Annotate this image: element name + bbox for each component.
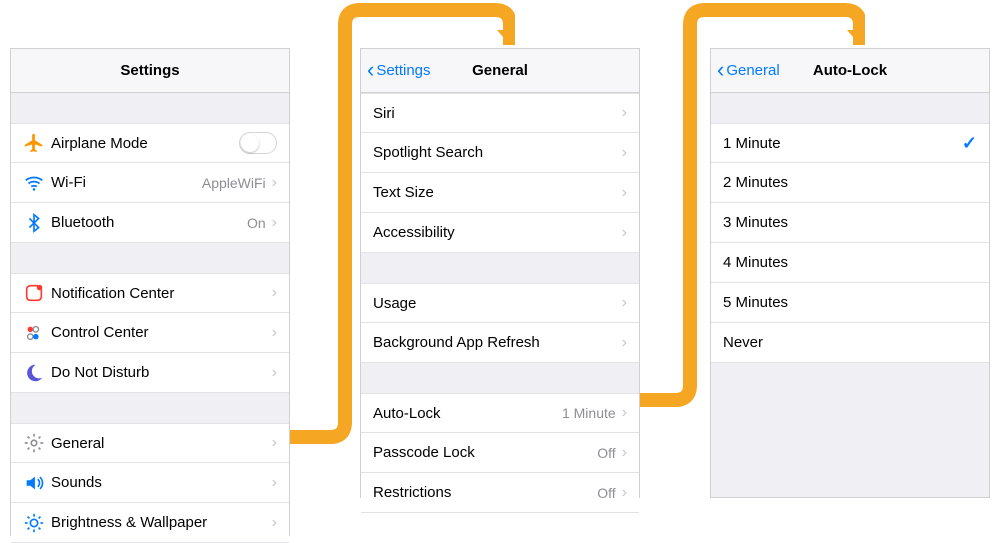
- row-label: Background App Refresh: [373, 334, 622, 351]
- row-label: Control Center: [51, 324, 272, 341]
- general-title: General: [472, 62, 528, 79]
- chevron-left-icon: ‹: [717, 59, 724, 81]
- row-label: Passcode Lock: [373, 444, 597, 461]
- chevron-right-icon: ›: [622, 444, 627, 462]
- row-sounds[interactable]: Sounds ›: [11, 463, 289, 503]
- row-label: 1 Minute: [723, 135, 962, 152]
- option-5-minutes[interactable]: 5 Minutes: [711, 283, 989, 323]
- row-general[interactable]: General ›: [11, 423, 289, 463]
- row-auto-lock[interactable]: Auto-Lock1 Minute ›: [361, 393, 639, 433]
- chevron-right-icon: ›: [622, 184, 627, 202]
- row-label: General: [51, 435, 272, 452]
- row-bluetooth[interactable]: Bluetooth On ›: [11, 203, 289, 243]
- airplane-icon: [23, 132, 51, 154]
- chevron-left-icon: ‹: [367, 59, 374, 81]
- row-label: Bluetooth: [51, 214, 247, 231]
- control-center-icon: [23, 322, 51, 344]
- row-accessibility[interactable]: Accessibility›: [361, 213, 639, 253]
- chevron-right-icon: ›: [622, 294, 627, 312]
- chevron-right-icon: ›: [272, 284, 277, 302]
- option-never[interactable]: Never: [711, 323, 989, 363]
- row-label: Siri: [373, 105, 622, 122]
- row-background-app-refresh[interactable]: Background App Refresh›: [361, 323, 639, 363]
- back-label: Settings: [376, 49, 430, 93]
- airplane-toggle[interactable]: [239, 132, 277, 154]
- row-text-size[interactable]: Text Size›: [361, 173, 639, 213]
- chevron-right-icon: ›: [622, 144, 627, 162]
- row-label: Brightness & Wallpaper: [51, 514, 272, 531]
- autolock-header: ‹General Auto-Lock: [711, 49, 989, 93]
- chevron-right-icon: ›: [272, 364, 277, 382]
- row-do-not-disturb[interactable]: Do Not Disturb ›: [11, 353, 289, 393]
- moon-icon: [23, 362, 51, 384]
- row-value: Off: [597, 485, 615, 501]
- row-siri[interactable]: Siri›: [361, 93, 639, 133]
- row-label: 5 Minutes: [723, 294, 977, 311]
- row-value: On: [247, 215, 266, 231]
- row-value: 1 Minute: [562, 405, 616, 421]
- row-label: 3 Minutes: [723, 214, 977, 231]
- row-passcode-lock[interactable]: Passcode LockOff ›: [361, 433, 639, 473]
- autolock-title: Auto-Lock: [813, 62, 887, 79]
- row-label: Text Size: [373, 184, 622, 201]
- general-panel: ‹Settings General Siri› Spotlight Search…: [360, 48, 640, 498]
- chevron-right-icon: ›: [272, 514, 277, 532]
- gear-icon: [23, 432, 51, 454]
- chevron-right-icon: ›: [622, 104, 627, 122]
- bluetooth-icon: [23, 212, 51, 234]
- row-usage[interactable]: Usage›: [361, 283, 639, 323]
- back-to-settings[interactable]: ‹Settings: [367, 49, 431, 93]
- wifi-icon: [23, 172, 51, 194]
- row-airplane-mode[interactable]: Airplane Mode: [11, 123, 289, 163]
- row-wifi[interactable]: Wi-Fi AppleWiFi ›: [11, 163, 289, 203]
- back-to-general[interactable]: ‹General: [717, 49, 780, 93]
- chevron-right-icon: ›: [622, 224, 627, 242]
- row-label: Wi-Fi: [51, 174, 202, 191]
- row-notification-center[interactable]: Notification Center ›: [11, 273, 289, 313]
- chevron-right-icon: ›: [272, 434, 277, 452]
- row-brightness-wallpaper[interactable]: Brightness & Wallpaper ›: [11, 503, 289, 543]
- settings-header: Settings: [11, 49, 289, 93]
- chevron-right-icon: ›: [622, 484, 627, 502]
- settings-title: Settings: [120, 62, 179, 79]
- row-control-center[interactable]: Control Center ›: [11, 313, 289, 353]
- back-label: General: [726, 49, 779, 93]
- row-label: Spotlight Search: [373, 144, 622, 161]
- row-label: Notification Center: [51, 285, 272, 302]
- option-2-minutes[interactable]: 2 Minutes: [711, 163, 989, 203]
- row-label: Never: [723, 334, 977, 351]
- option-3-minutes[interactable]: 3 Minutes: [711, 203, 989, 243]
- autolock-panel: ‹General Auto-Lock 1 Minute✓ 2 Minutes 3…: [710, 48, 990, 498]
- row-spotlight-search[interactable]: Spotlight Search›: [361, 133, 639, 173]
- row-label: Sounds: [51, 474, 272, 491]
- notification-icon: [23, 282, 51, 304]
- row-label: 4 Minutes: [723, 254, 977, 271]
- row-label: Usage: [373, 295, 622, 312]
- row-restrictions[interactable]: RestrictionsOff ›: [361, 473, 639, 513]
- chevron-right-icon: ›: [622, 334, 627, 352]
- row-value: Off: [597, 445, 615, 461]
- row-label: Accessibility: [373, 224, 622, 241]
- row-value: AppleWiFi: [202, 175, 266, 191]
- row-label: Airplane Mode: [51, 135, 239, 152]
- option-1-minute[interactable]: 1 Minute✓: [711, 123, 989, 163]
- row-label: Restrictions: [373, 484, 597, 501]
- settings-panel: Settings Airplane Mode Wi-Fi AppleWiFi ›…: [10, 48, 290, 536]
- row-label: Auto-Lock: [373, 405, 562, 422]
- general-header: ‹Settings General: [361, 49, 639, 93]
- chevron-right-icon: ›: [272, 474, 277, 492]
- chevron-right-icon: ›: [272, 214, 277, 232]
- brightness-icon: [23, 512, 51, 534]
- option-4-minutes[interactable]: 4 Minutes: [711, 243, 989, 283]
- chevron-right-icon: ›: [272, 174, 277, 192]
- checkmark-icon: ✓: [962, 133, 977, 154]
- row-label: 2 Minutes: [723, 174, 977, 191]
- sound-icon: [23, 472, 51, 494]
- row-label: Do Not Disturb: [51, 364, 272, 381]
- chevron-right-icon: ›: [622, 404, 627, 422]
- chevron-right-icon: ›: [272, 324, 277, 342]
